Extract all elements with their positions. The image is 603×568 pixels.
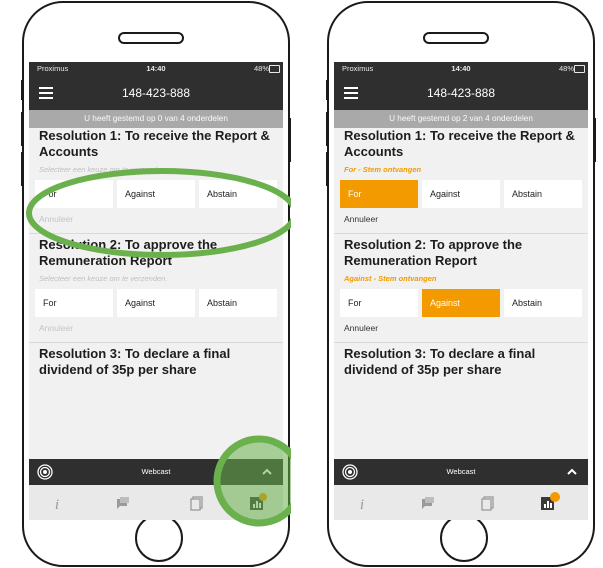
divider (334, 342, 588, 343)
documents-icon[interactable] (480, 495, 496, 511)
resolutions-list[interactable]: Resolution 1: To receive the Report & Ac… (29, 128, 283, 459)
divider (29, 342, 283, 343)
battery-icon (269, 65, 280, 73)
vote-against-button[interactable]: Against (117, 180, 195, 208)
webcast-label: Webcast (446, 467, 476, 476)
battery-level: 48% (253, 64, 269, 73)
info-icon[interactable]: i (49, 495, 65, 511)
phone-right: Proximus 14:40 48% 148-423-888 U heeft g… (326, 0, 596, 568)
resolution-title: Resolution 3: To declare a final dividen… (344, 346, 536, 377)
chat-icon[interactable] (420, 495, 436, 511)
notification-dot (259, 493, 267, 501)
status-bar: Proximus 14:40 48% (334, 62, 588, 76)
vote-abstain-button[interactable]: Abstain (199, 289, 277, 317)
cancel-link[interactable]: Annuleer (334, 317, 588, 339)
vote-progress-banner: U heeft gestemd op 0 van 4 onderdelen (29, 110, 283, 128)
meeting-id: 148-423-888 (426, 86, 496, 100)
meeting-id: 148-423-888 (121, 86, 191, 100)
resolution-title: Resolution 3: To declare a final dividen… (39, 346, 231, 377)
info-icon[interactable]: i (354, 495, 370, 511)
app-screen: Proximus 14:40 48% 148-423-888 U heeft g… (29, 62, 283, 520)
cancel-link[interactable]: Annuleer (29, 208, 283, 230)
resolution-3: Resolution 3: To declare a final dividen… (29, 346, 283, 378)
resolution-3: Resolution 3: To declare a final dividen… (334, 346, 588, 378)
app-header: 148-423-888 (29, 76, 283, 110)
vote-for-button[interactable]: For (35, 180, 113, 208)
vote-abstain-button[interactable]: Abstain (199, 180, 277, 208)
resolution-title: Resolution 2: To approve the Remuneratio… (344, 237, 523, 268)
vote-for-button[interactable]: For (340, 289, 418, 317)
vote-against-button[interactable]: Against (422, 180, 500, 208)
webcast-label: Webcast (141, 467, 171, 476)
cancel-link[interactable]: Annuleer (334, 208, 588, 230)
divider (29, 233, 283, 234)
chat-icon[interactable] (115, 495, 131, 511)
resolution-title: Resolution 1: To receive the Report & Ac… (344, 128, 575, 159)
resolution-1: Resolution 1: To receive the Report & Ac… (334, 128, 588, 230)
clock: 14:40 (451, 64, 471, 73)
vote-received-label: Against - Stem ontvangen (344, 274, 437, 283)
vote-received-label: For - Stem ontvangen (344, 165, 422, 174)
chevron-up-icon[interactable] (261, 466, 273, 478)
vote-against-button[interactable]: Against (422, 289, 500, 317)
resolutions-list[interactable]: Resolution 1: To receive the Report & Ac… (334, 128, 588, 459)
app-header: 148-423-888 (334, 76, 588, 110)
resolution-hint: Selecteer een keuze om te verzenden. (39, 165, 168, 174)
svg-text:i: i (55, 497, 59, 511)
vote-for-button[interactable]: For (35, 289, 113, 317)
resolution-title: Resolution 1: To receive the Report & Ac… (39, 128, 270, 159)
vote-for-button[interactable]: For (340, 180, 418, 208)
vote-progress-banner: U heeft gestemd op 2 van 4 onderdelen (334, 110, 588, 128)
battery-icon (574, 65, 585, 73)
tab-bar: i (29, 485, 283, 520)
resolution-2: Resolution 2: To approve the Remuneratio… (334, 237, 588, 339)
battery-level: 48% (558, 64, 574, 73)
status-bar: Proximus 14:40 48% (29, 62, 283, 76)
resolution-title: Resolution 2: To approve the Remuneratio… (39, 237, 218, 268)
cancel-link[interactable]: Annuleer (29, 317, 283, 339)
webcast-bar[interactable]: Webcast (29, 459, 283, 485)
resolution-2: Resolution 2: To approve the Remuneratio… (29, 237, 283, 339)
clock: 14:40 (146, 64, 166, 73)
notification-dot (550, 492, 560, 502)
tab-bar: i (334, 485, 588, 520)
svg-text:i: i (360, 497, 364, 511)
documents-icon[interactable] (189, 495, 205, 511)
resolution-hint: Selecteer een keuze om te verzenden. (39, 274, 168, 283)
chevron-up-icon[interactable] (566, 466, 578, 478)
webcast-bar[interactable]: Webcast (334, 459, 588, 485)
vote-abstain-button[interactable]: Abstain (504, 289, 582, 317)
phone-left: Proximus 14:40 48% 148-423-888 U heeft g… (21, 0, 291, 568)
vote-against-button[interactable]: Against (117, 289, 195, 317)
resolution-1: Resolution 1: To receive the Report & Ac… (29, 128, 283, 230)
vote-abstain-button[interactable]: Abstain (504, 180, 582, 208)
divider (334, 233, 588, 234)
app-screen: Proximus 14:40 48% 148-423-888 U heeft g… (334, 62, 588, 520)
